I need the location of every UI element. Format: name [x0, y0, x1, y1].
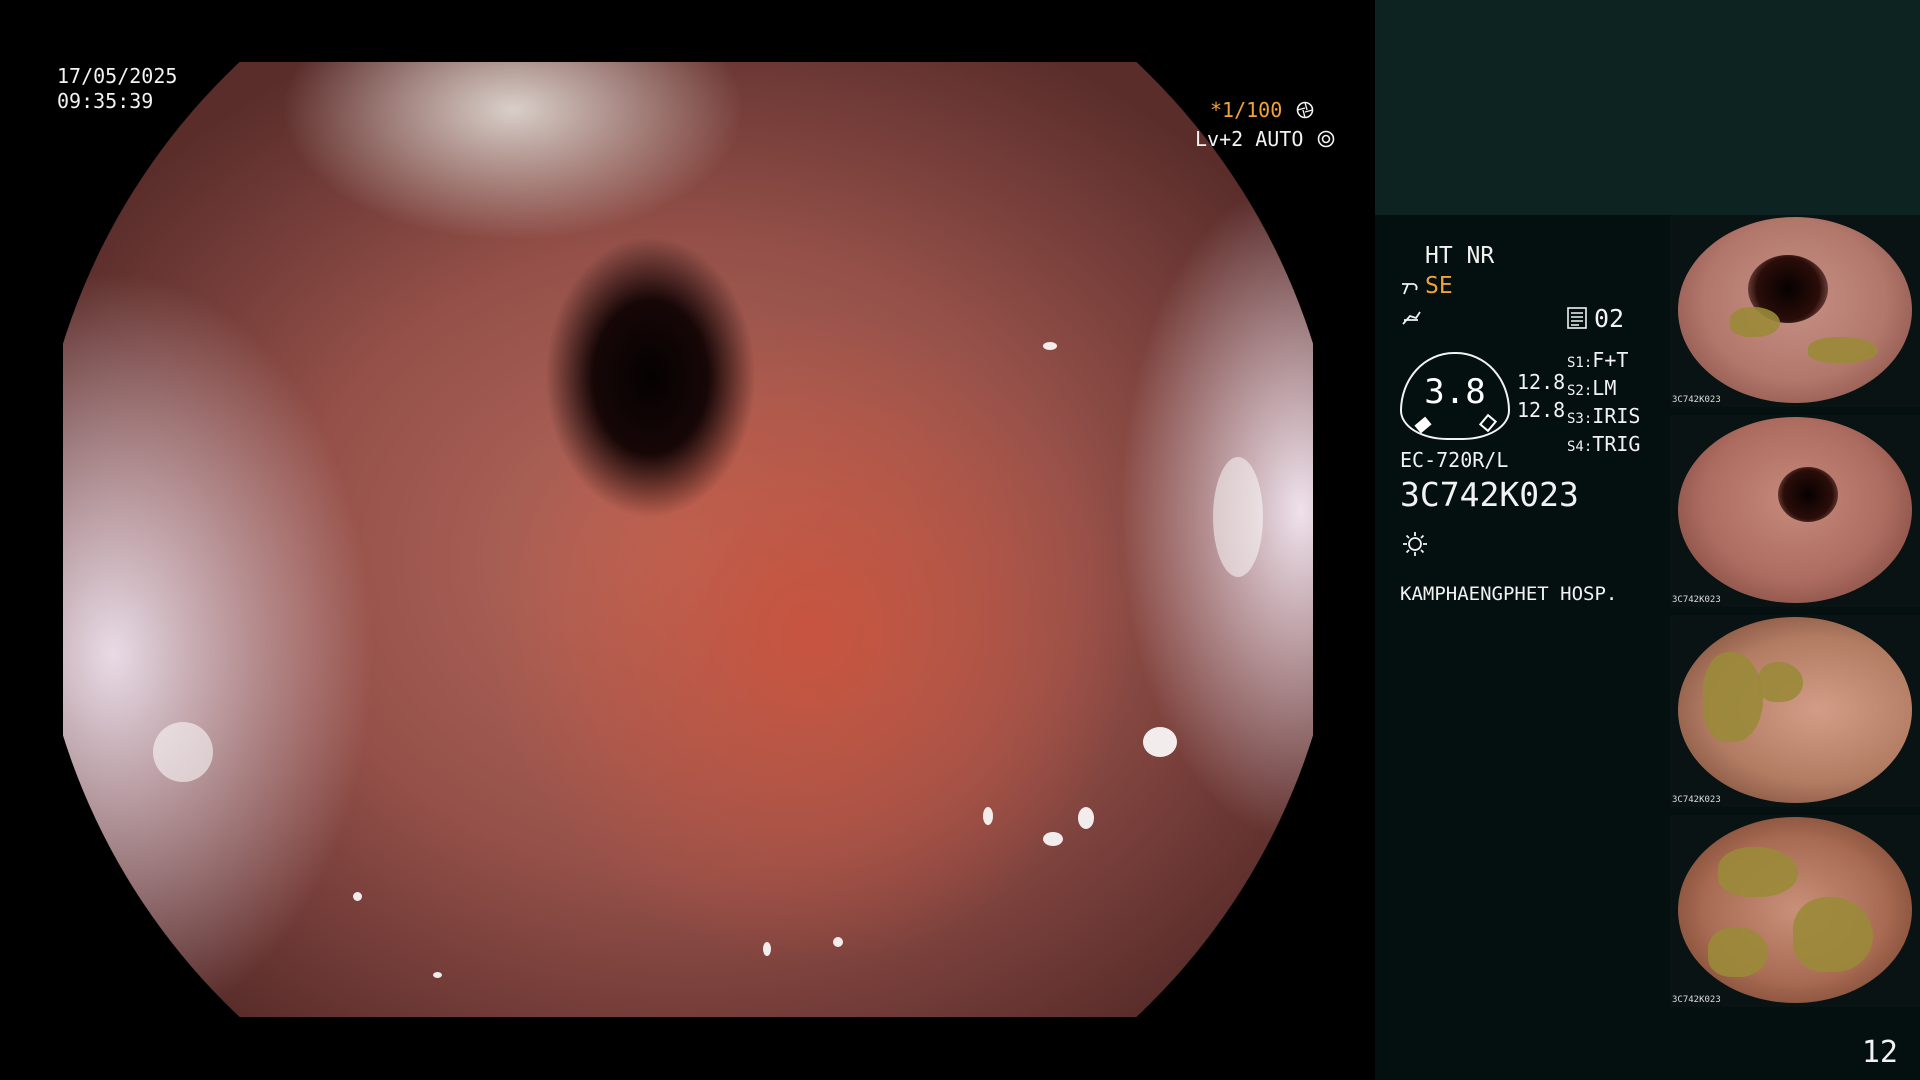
- thumbnail-debris: [1758, 662, 1803, 702]
- thumbnail-label: 3C742K023: [1672, 795, 1721, 805]
- osd-datetime: 17/05/2025 09:35:39: [57, 64, 177, 114]
- switch-row: S3:IRIS: [1567, 404, 1640, 432]
- thumbnail-debris: [1730, 307, 1780, 337]
- thumbnail-debris: [1718, 847, 1798, 897]
- specular-highlight: [833, 937, 843, 947]
- scope-model: EC-720R/L: [1400, 448, 1509, 472]
- thumbnail-image: [1678, 217, 1912, 403]
- specular-highlight: [433, 972, 442, 978]
- switch-row: S2:LM: [1567, 376, 1640, 404]
- thumbnail-debris: [1793, 897, 1873, 972]
- gauge-param: 12.8: [1517, 370, 1566, 394]
- thumbnail-debris: [1808, 337, 1878, 363]
- switch-value: F+T: [1592, 348, 1629, 372]
- thumbnail[interactable]: 3C742K023: [1670, 615, 1920, 807]
- osd-date: 17/05/2025: [57, 64, 178, 88]
- switch-key: S3:: [1567, 411, 1593, 427]
- specular-highlight: [1143, 727, 1177, 757]
- main-endoscope-view: 17/05/2025 09:35:39 *1/100 Lv+2 AUTO: [0, 0, 1375, 1080]
- captured-thumbnails: 3C742K023 3C742K023 3C742K023 3C742K023: [1670, 215, 1920, 1015]
- page-number: 12: [1861, 1035, 1898, 1070]
- thumbnail-image: [1678, 417, 1912, 603]
- specular-highlight: [1043, 342, 1057, 350]
- thumbnail-debris: [1703, 652, 1763, 742]
- storage-icon: [1567, 307, 1587, 329]
- thumbnail[interactable]: 3C742K023: [1670, 815, 1920, 1007]
- shutter-mode-icon: [1296, 101, 1314, 119]
- gauge-param: 12.8: [1517, 398, 1566, 422]
- switch-row: S1:F+T: [1567, 348, 1640, 376]
- switch-value: IRIS: [1592, 404, 1641, 428]
- specular-highlight: [153, 722, 213, 782]
- panel-header-area: [1375, 0, 1920, 215]
- switch-key: S2:: [1567, 383, 1593, 399]
- enhancement-mode: HT NR: [1425, 243, 1495, 269]
- thumbnail-lumen: [1778, 467, 1838, 522]
- switch-value: LM: [1592, 376, 1617, 400]
- specular-highlight: [353, 892, 362, 901]
- switch-value: TRIG: [1592, 432, 1641, 456]
- shutter-speed: *1/100: [1210, 98, 1283, 122]
- gauge-value: 3.8: [1424, 372, 1486, 412]
- color-mode-icon: [1402, 311, 1421, 325]
- osd-time: 09:35:39: [57, 89, 154, 113]
- structure-enhancement-icon: [1402, 283, 1418, 295]
- osd-shutter: *1/100: [1210, 98, 1314, 123]
- switch-key: S4:: [1567, 439, 1593, 455]
- thumbnail[interactable]: 3C742K023: [1670, 215, 1920, 407]
- specular-highlight: [1043, 832, 1063, 846]
- thumbnail-image: [1678, 817, 1912, 1003]
- gauge-right-marker: [1478, 413, 1498, 433]
- endoscopic-image: [63, 62, 1313, 1017]
- specular-highlight: [983, 807, 993, 825]
- gauge-left-marker: [1414, 416, 1432, 434]
- auto-iris-icon: [1318, 130, 1335, 148]
- thumbnail-label: 3C742K023: [1672, 995, 1721, 1005]
- light-source-icon: [1403, 532, 1427, 556]
- switch-key: S1:: [1567, 355, 1593, 371]
- scope-serial: 3C742K023: [1400, 475, 1579, 514]
- storage-count: 02: [1594, 304, 1625, 333]
- light-level: Lv+2 AUTO: [1195, 127, 1304, 151]
- thumbnail-image: [1678, 617, 1912, 803]
- thumbnail-label: 3C742K023: [1672, 395, 1721, 405]
- hospital-name: KAMPHAENGPHET HOSP.: [1400, 583, 1618, 605]
- osd-light-level: Lv+2 AUTO: [1195, 127, 1335, 152]
- thumbnail[interactable]: 3C742K023: [1670, 415, 1920, 607]
- structure-enhancement: SE: [1425, 273, 1453, 299]
- specular-highlight: [1078, 807, 1094, 829]
- thumbnail-label: 3C742K023: [1672, 595, 1721, 605]
- thumbnail-debris: [1708, 927, 1768, 977]
- switch-row: S4:TRIG: [1567, 432, 1640, 460]
- specular-highlight: [1213, 457, 1263, 577]
- switch-assignments: S1:F+T S2:LM S3:IRIS S4:TRIG: [1567, 348, 1640, 460]
- specular-highlight: [763, 942, 771, 956]
